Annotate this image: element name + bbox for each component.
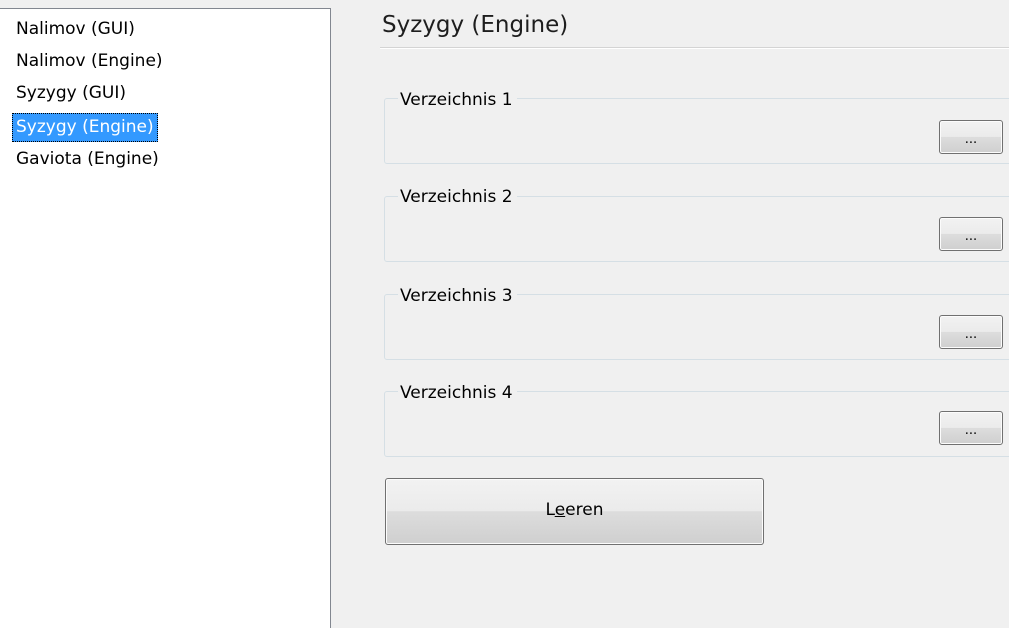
directory-1-label: Verzeichnis 1: [398, 90, 517, 110]
page-title: Syzygy (Engine): [382, 12, 569, 38]
directory-2-browse-button[interactable]: ...: [939, 217, 1003, 251]
directory-4-browse-button[interactable]: ...: [939, 411, 1003, 445]
list-item-nalimov-engine[interactable]: Nalimov (Engine): [12, 47, 167, 76]
directory-2-label: Verzeichnis 2: [398, 187, 517, 207]
clear-button-label-start: L: [545, 500, 555, 520]
list-item-syzygy-engine[interactable]: Syzygy (Engine): [12, 113, 158, 142]
directory-1-browse-button[interactable]: ...: [939, 120, 1003, 154]
directory-4-label: Verzeichnis 4: [398, 383, 517, 403]
clear-button[interactable]: Leeren: [385, 478, 764, 545]
clear-button-mnemonic: e: [554, 500, 566, 520]
directory-3-browse-button[interactable]: ...: [939, 315, 1003, 349]
directory-3-label: Verzeichnis 3: [398, 286, 517, 306]
clear-button-label-end: eren: [565, 500, 604, 520]
list-item-nalimov-gui[interactable]: Nalimov (GUI): [12, 15, 139, 44]
title-divider: [380, 47, 1009, 49]
list-item-gaviota-engine[interactable]: Gaviota (Engine): [12, 145, 163, 174]
list-item-syzygy-gui[interactable]: Syzygy (GUI): [12, 79, 130, 108]
tablebase-list[interactable]: Nalimov (GUI) Nalimov (Engine) Syzygy (G…: [0, 8, 331, 628]
